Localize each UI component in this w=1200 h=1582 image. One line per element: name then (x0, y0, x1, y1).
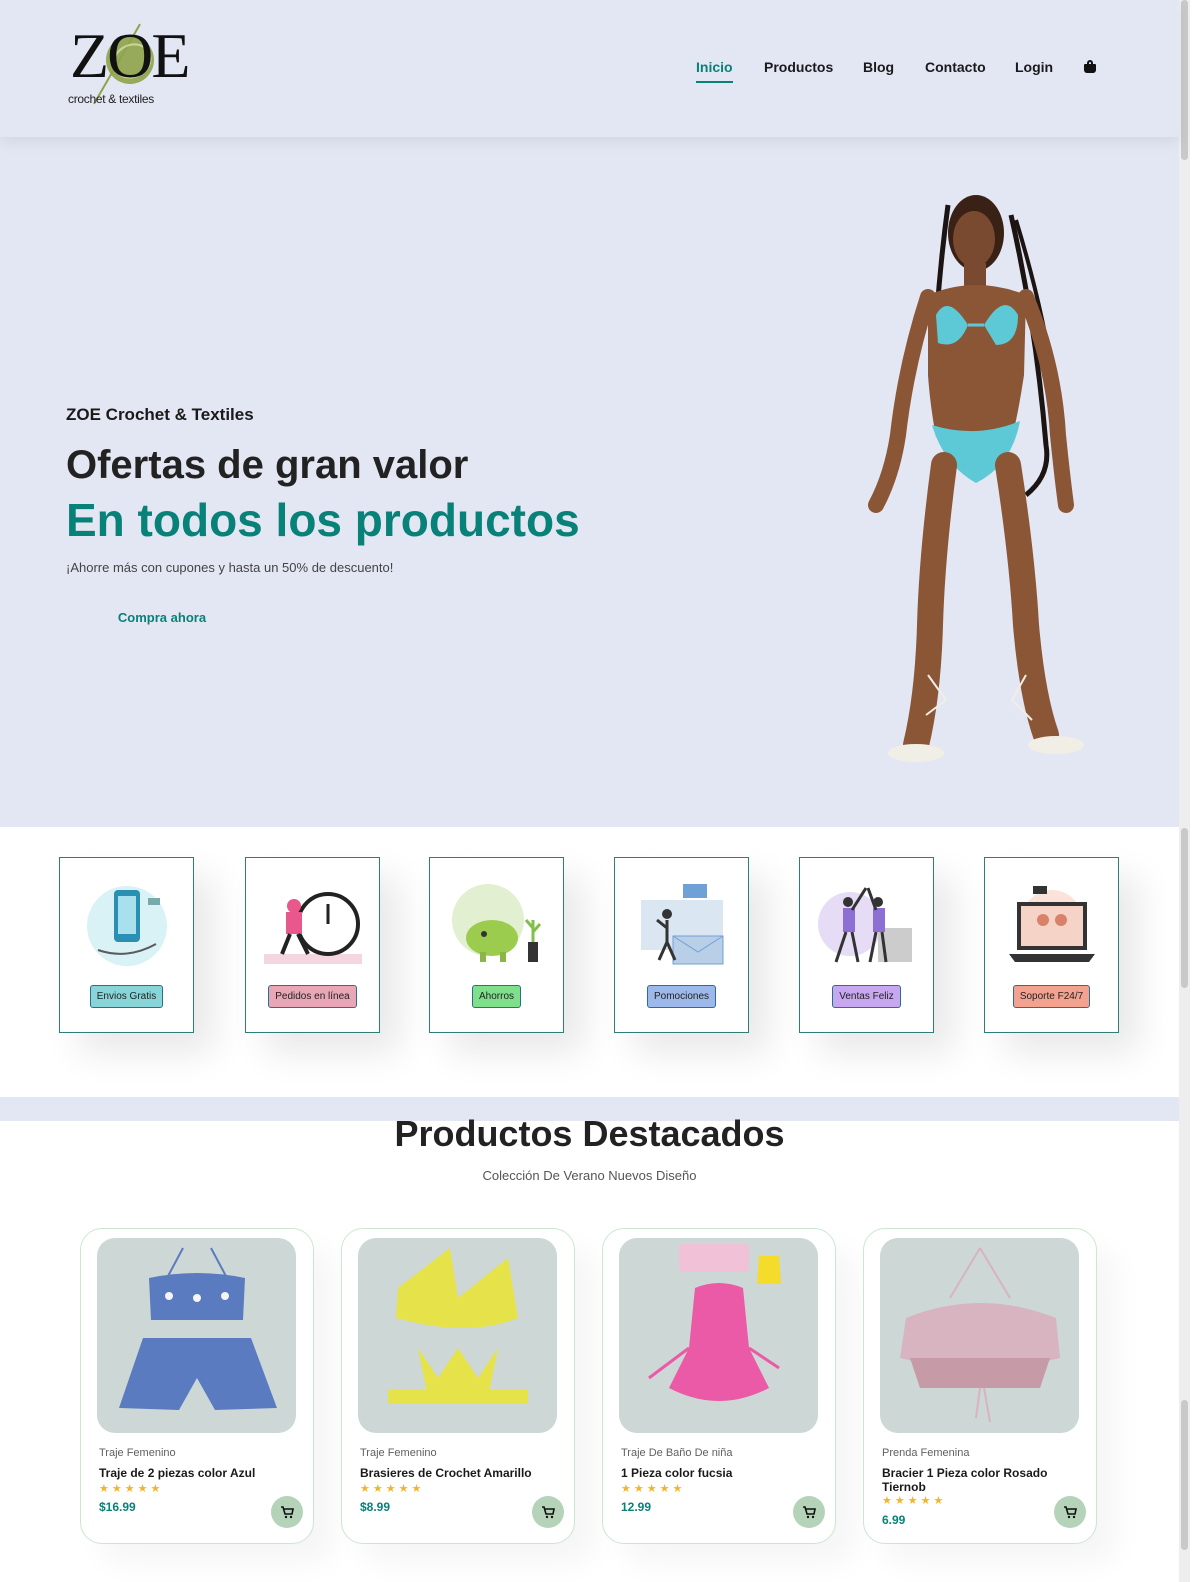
yellow-crochet-bras-icon (388, 1248, 528, 1404)
product-image (97, 1238, 296, 1433)
product-price: $8.99 (360, 1500, 391, 1514)
feature-label: Ahorros (471, 985, 521, 1008)
product-price: 12.99 (621, 1500, 652, 1514)
feature-card-support[interactable]: Soporte F24/7 (984, 857, 1119, 1033)
feature-card-promotions[interactable]: Pomociones (614, 857, 749, 1033)
product-card[interactable]: Prenda Femenina Bracier 1 Pieza color Ro… (863, 1228, 1097, 1544)
scrollbar-thumb[interactable] (1181, 0, 1188, 160)
product-category: Prenda Femenina (882, 1447, 970, 1459)
product-category: Traje Femenino (360, 1447, 437, 1459)
star-rating-icon: ★★★★★ (360, 1483, 425, 1495)
hero-description: ¡Ahorre más con cupones y hasta un 50% d… (66, 560, 394, 575)
star-rating-icon: ★★★★★ (99, 1483, 164, 1495)
page-scrollbar[interactable] (1179, 0, 1190, 1582)
fuchsia-swimsuit-icon (648, 1244, 781, 1401)
feature-card-online-orders[interactable]: Pedidos en línea (245, 857, 380, 1033)
piggy-bank-icon (452, 884, 542, 962)
products-title: Productos Destacados (394, 1113, 785, 1154)
stopwatch-runner-icon (264, 892, 362, 964)
add-to-cart-button[interactable] (1054, 1496, 1086, 1528)
high-five-people-icon (818, 887, 912, 963)
laptop-support-icon (1009, 886, 1095, 962)
features-section: Envios Gratis Pedidos en línea Ahorros P… (0, 827, 1179, 1097)
feature-card-happy-sales[interactable]: Ventas Feliz (799, 857, 934, 1033)
feature-label: Envios Gratis (89, 985, 164, 1008)
feature-label: Ventas Feliz (832, 985, 901, 1008)
site-header: ZOE crochet & textiles Inicio Productos … (0, 0, 1179, 137)
star-rating-icon: ★★★★★ (882, 1495, 947, 1507)
product-card[interactable]: Traje De Baño De niña 1 Pieza color fucs… (602, 1228, 836, 1544)
products-subtitle: Colección De Verano Nuevos Diseño (482, 1168, 697, 1183)
cart-icon (542, 1506, 555, 1519)
product-price: $16.99 (99, 1500, 136, 1514)
shopping-bag-icon[interactable] (1084, 60, 1096, 73)
promotion-envelope-icon (641, 884, 724, 965)
hero-title: Ofertas de gran valor (66, 443, 469, 487)
shop-now-button[interactable]: Compra ahora (66, 601, 258, 635)
cart-icon (281, 1506, 294, 1519)
crochet-two-piece-set-icon (119, 1247, 277, 1410)
feature-card-free-shipping[interactable]: Envios Gratis (59, 857, 194, 1033)
cart-icon (1064, 1506, 1077, 1519)
nav-login[interactable]: Login (1015, 59, 1053, 75)
model-in-crochet-bikini-icon (868, 195, 1084, 762)
feature-card-savings[interactable]: Ahorros (429, 857, 564, 1033)
feature-label: Soporte F24/7 (1012, 985, 1091, 1008)
product-name: Brasieres de Crochet Amarillo (360, 1466, 532, 1480)
product-category: Traje De Baño De niña (621, 1447, 733, 1459)
star-rating-icon: ★★★★★ (621, 1483, 686, 1495)
product-category: Traje Femenino (99, 1447, 176, 1459)
scrollbar-thumb[interactable] (1181, 828, 1188, 988)
cart-icon (803, 1506, 816, 1519)
product-image (358, 1238, 557, 1433)
nav-inicio[interactable]: Inicio (696, 59, 733, 83)
pink-crochet-top-icon (900, 1247, 1060, 1423)
hero-section: ZOE Crochet & Textiles Ofertas de gran v… (0, 137, 1179, 827)
logo-tagline: crochet & textiles (68, 92, 154, 106)
product-card[interactable]: Traje Femenino Traje de 2 piezas color A… (80, 1228, 314, 1544)
product-name: 1 Pieza color fucsia (621, 1466, 733, 1480)
product-name: Traje de 2 piezas color Azul (99, 1466, 256, 1480)
nav-contacto[interactable]: Contacto (925, 59, 986, 75)
nav-productos[interactable]: Productos (764, 59, 833, 75)
phone-delivery-icon (87, 886, 167, 966)
scrollbar-thumb[interactable] (1181, 1400, 1188, 1550)
hero-subtitle: ZOE Crochet & Textiles (66, 405, 254, 424)
product-card[interactable]: Traje Femenino Brasieres de Crochet Amar… (341, 1228, 575, 1544)
product-name: Bracier 1 Pieza color Rosado Tiernob (882, 1466, 1048, 1494)
product-image (619, 1238, 818, 1433)
feature-label: Pomociones (646, 985, 717, 1008)
hero-title-accent: En todos los productos (66, 494, 580, 546)
product-image (880, 1238, 1079, 1433)
logo-letters: ZOE (70, 20, 190, 91)
add-to-cart-button[interactable] (793, 1496, 825, 1528)
feature-label: Pedidos en línea (268, 985, 357, 1008)
nav-blog[interactable]: Blog (863, 59, 894, 75)
add-to-cart-button[interactable] (532, 1496, 564, 1528)
brand-logo[interactable]: ZOE crochet & textiles (66, 14, 190, 122)
add-to-cart-button[interactable] (271, 1496, 303, 1528)
product-price: 6.99 (882, 1513, 906, 1527)
